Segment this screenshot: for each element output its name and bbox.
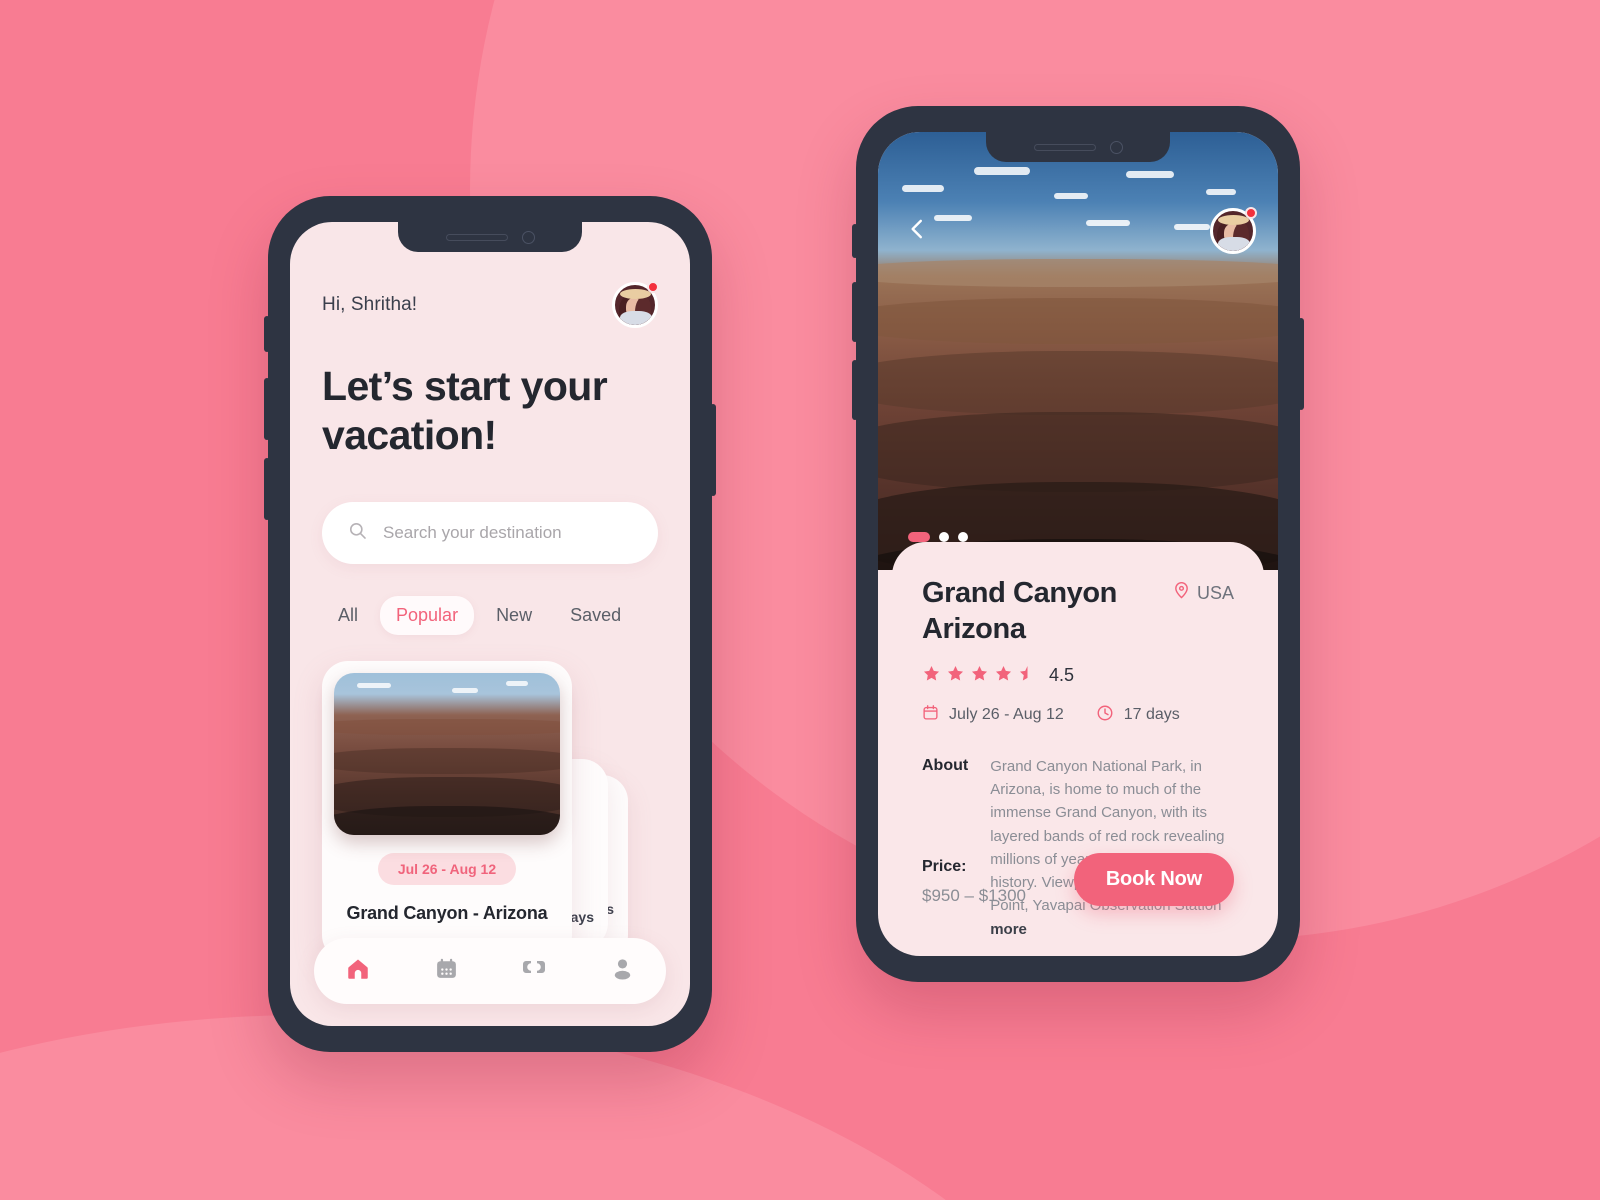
star-half-icon xyxy=(1018,664,1037,688)
home-icon xyxy=(345,956,371,987)
greeting-row: Hi, Shritha! xyxy=(322,281,659,328)
star-icon xyxy=(946,664,965,688)
profile-avatar-button-2[interactable] xyxy=(1210,207,1257,254)
phone-notch xyxy=(398,222,582,252)
carousel-indicator xyxy=(908,532,968,542)
carousel-dot-2[interactable] xyxy=(939,532,949,542)
destination-photo xyxy=(334,673,560,836)
tab-popular[interactable]: Popular xyxy=(380,596,475,636)
about-section: About Grand Canyon National Park, in Ari… xyxy=(922,755,1234,941)
calendar-icon xyxy=(434,956,459,986)
card-date-badge: Jul 26 - Aug 12 xyxy=(377,853,517,886)
phone-mockup-home: Hi, Shritha! Let’s start your vacation! xyxy=(264,196,716,1052)
hero-photo xyxy=(878,132,1278,570)
location-pin-icon xyxy=(1173,582,1190,604)
country-row: USA xyxy=(1173,576,1234,604)
carousel-dot-3[interactable] xyxy=(958,532,968,542)
nav-home-button[interactable] xyxy=(341,954,375,988)
filter-tabs: All Popular New Saved xyxy=(322,596,658,636)
tickets-icon xyxy=(521,957,547,986)
notification-badge-icon-2 xyxy=(1245,207,1257,219)
trip-dates: July 26 - Aug 12 xyxy=(922,704,1064,726)
detail-card: Grand Canyon Arizona USA 4.5 July 26 - A… xyxy=(892,542,1264,942)
trip-duration: 17 days xyxy=(1096,704,1180,727)
star-rating xyxy=(922,664,1037,688)
search-input[interactable]: Search your destination xyxy=(322,502,658,565)
detail-screen: Grand Canyon Arizona USA 4.5 July 26 - A… xyxy=(878,132,1278,956)
nav-tickets-button[interactable] xyxy=(517,954,551,988)
page-title: Let’s start your vacation! xyxy=(322,363,608,459)
trip-info-row: July 26 - Aug 12 17 days xyxy=(922,704,1234,727)
about-more-link[interactable]: more xyxy=(990,921,1027,938)
earpiece-speaker-2 xyxy=(1033,143,1096,151)
phone-mockup-detail: Grand Canyon Arizona USA 4.5 July 26 - A… xyxy=(852,106,1304,982)
profile-icon xyxy=(610,956,635,986)
earpiece-speaker xyxy=(445,233,508,241)
tab-saved[interactable]: Saved xyxy=(554,596,637,635)
nav-profile-button[interactable] xyxy=(605,954,639,988)
profile-avatar-button[interactable] xyxy=(612,281,659,328)
star-icon xyxy=(994,664,1013,688)
greeting-text: Hi, Shritha! xyxy=(322,294,418,315)
phone-volume-down-button xyxy=(264,458,270,520)
rating-row: 4.5 xyxy=(922,664,1234,688)
phone-notch-2 xyxy=(986,132,1170,162)
front-camera-icon xyxy=(521,230,535,244)
search-placeholder: Search your destination xyxy=(383,523,562,543)
country-label: USA xyxy=(1196,582,1234,603)
price-block: Price: $950 – $1300 xyxy=(922,858,1026,906)
phone-volume-up-button xyxy=(264,378,270,440)
trip-dates-text: July 26 - Aug 12 xyxy=(949,706,1064,724)
about-text: Grand Canyon National Park, in Arizona, … xyxy=(990,755,1234,941)
phone-volume-up-button-2 xyxy=(852,282,858,342)
search-icon xyxy=(348,521,367,545)
notification-badge-icon xyxy=(647,281,659,293)
front-camera-icon-2 xyxy=(1109,140,1123,154)
price-and-book-row: Price: $950 – $1300 Book Now xyxy=(922,853,1234,906)
card-title: Grand Canyon - Arizona xyxy=(346,903,548,924)
phone-power-button xyxy=(710,404,716,496)
chevron-left-icon xyxy=(904,216,930,247)
nav-calendar-button[interactable] xyxy=(429,954,463,988)
price-value: $950 – $1300 xyxy=(922,886,1026,905)
clock-icon xyxy=(1096,704,1114,727)
about-label: About xyxy=(922,756,969,774)
book-now-button[interactable]: Book Now xyxy=(1073,853,1234,906)
home-screen: Hi, Shritha! Let’s start your vacation! xyxy=(290,222,690,1026)
star-icon xyxy=(970,664,989,688)
price-label: Price: xyxy=(922,858,967,875)
back-button[interactable] xyxy=(900,214,934,248)
rating-value: 4.5 xyxy=(1049,665,1075,686)
star-icon xyxy=(922,664,941,688)
phone-volume-down-button-2 xyxy=(852,360,858,420)
phone-power-button-2 xyxy=(1298,318,1304,410)
carousel-dot-1[interactable] xyxy=(908,532,930,542)
tab-new[interactable]: New xyxy=(480,596,548,635)
destination-title: Grand Canyon Arizona xyxy=(922,577,1117,645)
destination-card[interactable]: Jul 26 - Aug 12 Grand Canyon - Arizona U… xyxy=(322,661,572,962)
phone-mute-switch xyxy=(264,316,270,352)
tab-all[interactable]: All xyxy=(322,596,374,635)
phone-mute-switch-2 xyxy=(852,224,858,258)
trip-duration-text: 17 days xyxy=(1123,706,1180,724)
bottom-navigation xyxy=(314,938,666,1004)
calendar-icon xyxy=(922,704,939,726)
